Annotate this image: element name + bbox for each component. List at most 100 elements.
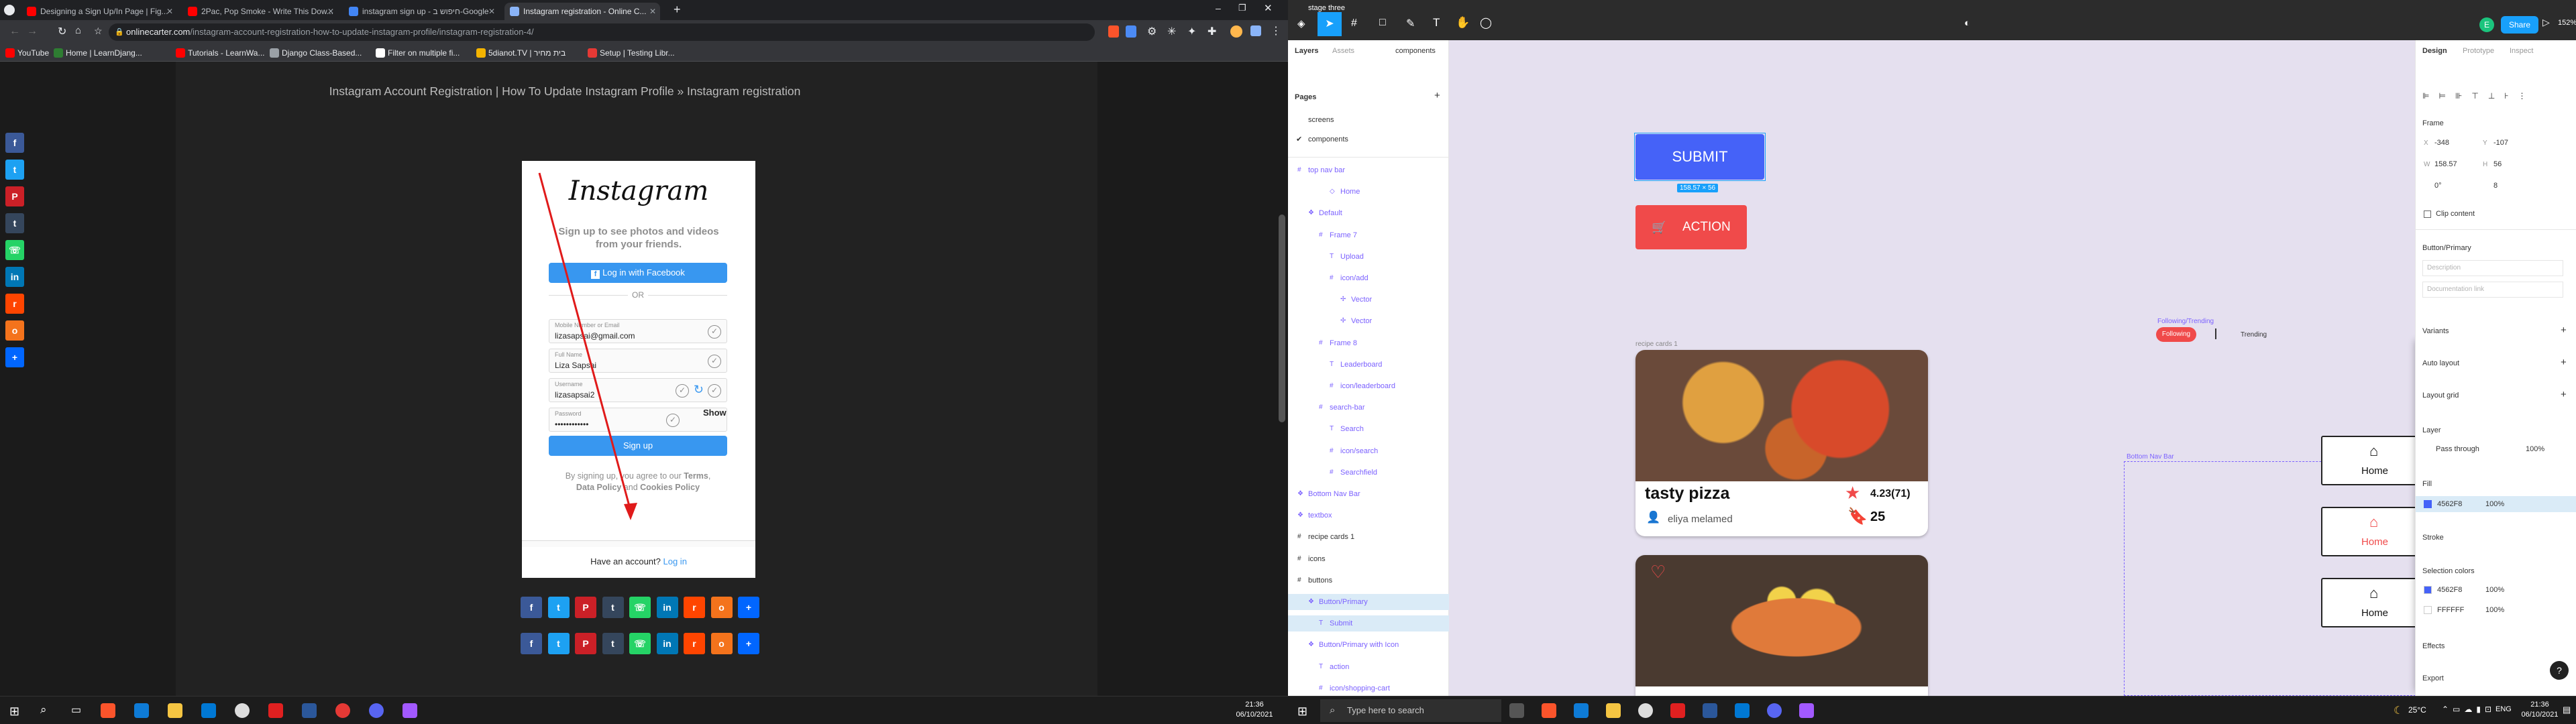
contrast-toggle-icon[interactable]: ◐ [1964, 17, 1970, 29]
weather-temp[interactable]: 25°C [2408, 705, 2426, 715]
facebook-share-icon[interactable]: f [521, 633, 542, 654]
odnoklassniki-share-icon[interactable]: o [710, 633, 733, 654]
layer-row[interactable]: T Submit [1288, 615, 1449, 632]
layer-row[interactable]: # search-bar [1288, 400, 1449, 416]
language-indicator[interactable]: ENG [2496, 705, 2512, 713]
selection-color-swatch[interactable] [2424, 606, 2432, 614]
layer-row[interactable]: # buttons [1288, 572, 1449, 589]
app-icon[interactable] [1638, 703, 1653, 718]
add-icon[interactable]: + [2561, 389, 2567, 400]
close-tab-icon[interactable]: ✕ [327, 3, 334, 20]
share-more-share-icon[interactable]: + [738, 597, 759, 618]
browser-tab[interactable]: Instagram registration - Online C... ✕ [504, 3, 660, 20]
login-link[interactable]: Log in [663, 556, 687, 566]
layer-row[interactable]: ❖ Button/Primary [1288, 594, 1449, 610]
discord-app-icon[interactable] [1767, 703, 1782, 718]
cookies-policy-link[interactable]: Cookies Policy [640, 483, 700, 492]
pen-tool-icon[interactable]: ✎ [1406, 17, 1415, 30]
comment-tool-icon[interactable]: ◯ [1480, 16, 1492, 29]
browser-tab[interactable]: instagram sign up - חיפוש ב-Google ✕ [343, 3, 499, 20]
share-more-share-icon[interactable]: + [5, 347, 24, 367]
bookmark-item[interactable]: Django Class-Based... [270, 47, 362, 59]
profile-avatar[interactable] [1230, 25, 1242, 38]
add-page-icon[interactable]: + [1434, 90, 1440, 101]
extension-icon[interactable]: ✦ [1187, 25, 1196, 38]
mail-app-icon[interactable] [201, 703, 216, 718]
new-tab-button[interactable]: + [674, 3, 681, 17]
home-icon[interactable]: ⌂ [75, 25, 81, 36]
page-selector[interactable]: components [1395, 47, 1436, 55]
close-tab-icon[interactable]: ✕ [649, 3, 656, 20]
layer-row[interactable]: T Search [1288, 421, 1449, 437]
back-icon[interactable]: ← [9, 25, 20, 38]
extension-icon[interactable]: ⚙ [1147, 25, 1157, 38]
reddit-share-icon[interactable]: r [5, 294, 24, 314]
figma-app-icon[interactable] [1799, 703, 1814, 718]
selection-color-swatch[interactable] [2424, 586, 2432, 594]
notification-icon[interactable]: ▤ [2563, 705, 2571, 715]
whatsapp-share-icon[interactable]: ☏ [629, 597, 651, 618]
hand-tool-icon[interactable]: ✋ [1456, 16, 1470, 29]
brave-app-icon[interactable] [101, 703, 115, 718]
discord-app-icon[interactable] [369, 703, 384, 718]
following-pill[interactable]: Following [2156, 327, 2196, 342]
layer-row[interactable]: # icon/add [1288, 270, 1449, 286]
fill-hex[interactable]: 4562F8 [2437, 500, 2462, 508]
close-tab-icon[interactable]: ✕ [488, 3, 495, 20]
layer-row[interactable]: ❖ textbox [1288, 507, 1449, 524]
close-button[interactable]: ✕ [1264, 2, 1273, 14]
extension-icon[interactable]: ✳ [1167, 25, 1176, 38]
whatsapp-share-icon[interactable]: ☏ [5, 240, 24, 260]
bookmark-item[interactable]: 5dianot.TV | בית מחיר [476, 47, 566, 59]
pinterest-share-icon[interactable]: P [575, 597, 596, 618]
page-screens[interactable]: screens [1308, 116, 1334, 124]
taskbar-search[interactable]: ⌕ Type here to search [1320, 699, 1501, 722]
task-view-icon[interactable]: ▭ [71, 703, 81, 717]
bookmark-item[interactable]: Tutorials - LearnWa... [176, 47, 264, 59]
github-icon[interactable] [4, 5, 15, 15]
frame-tool-icon[interactable]: # [1351, 17, 1357, 29]
pinterest-share-icon[interactable]: P [575, 633, 596, 654]
move-tool[interactable]: ➤ [1318, 12, 1342, 36]
refresh-icon[interactable]: ↻ [694, 383, 704, 397]
file-name[interactable]: stage three [1308, 4, 1345, 12]
user-avatar[interactable]: E [2479, 17, 2494, 32]
bookmark-item[interactable]: YouTube [5, 47, 49, 59]
tab-prototype[interactable]: Prototype [2463, 47, 2494, 55]
linkedin-share-icon[interactable]: in [656, 633, 678, 654]
trending-label[interactable]: Trending [2241, 331, 2267, 339]
tumblr-share-icon[interactable]: t [602, 597, 624, 618]
layer-opacity[interactable]: 100% [2526, 445, 2544, 453]
x-input[interactable]: -348 [2434, 139, 2449, 147]
windows-start-icon[interactable]: ⊞ [9, 705, 19, 719]
linkedin-share-icon[interactable]: in [5, 267, 24, 287]
layer-row[interactable]: # icons [1288, 551, 1449, 567]
app-icon[interactable] [335, 703, 350, 718]
acrobat-app-icon[interactable] [268, 703, 283, 718]
tumblr-share-icon[interactable]: t [602, 633, 624, 654]
recipe-card[interactable]: ♡ [1635, 555, 1928, 696]
layer-row[interactable]: T Leaderboard [1288, 357, 1449, 373]
tab-assets[interactable]: Assets [1332, 47, 1354, 55]
bookmark-item[interactable]: Setup | Testing Libr... [588, 47, 675, 59]
selection-color-hex[interactable]: 4562F8 [2437, 586, 2462, 594]
browser-tab[interactable]: Designing a Sign Up/In Page | Fig... ✕ [21, 3, 177, 20]
page-scrollbar[interactable] [1279, 215, 1285, 422]
share-more-share-icon[interactable]: + [738, 633, 759, 654]
reddit-share-icon[interactable]: r [684, 597, 705, 618]
facebook-share-icon[interactable]: f [5, 133, 24, 153]
twitter-share-icon[interactable]: t [547, 597, 570, 618]
layer-row[interactable]: T Upload [1288, 249, 1449, 265]
layer-row[interactable]: ◇ Home [1288, 184, 1449, 200]
text-tool-icon[interactable]: T [1433, 16, 1440, 29]
description-field[interactable]: Description [2422, 260, 2563, 276]
shape-tool-icon[interactable]: □ [1379, 17, 1386, 29]
browser-tab[interactable]: 2Pac, Pop Smoke - Write This Dow... ✕ [182, 3, 338, 20]
twitter-share-icon[interactable]: t [5, 160, 24, 180]
terms-link[interactable]: Terms [684, 471, 708, 481]
facebook-share-icon[interactable]: f [521, 597, 542, 618]
menu-icon[interactable]: ⋮ [1271, 24, 1281, 38]
reddit-share-icon[interactable]: r [684, 633, 705, 654]
layer-row[interactable]: # icon/leaderboard [1288, 378, 1449, 394]
recipe-card[interactable]: tasty pizza ★ 4.23(71) 👤 eliya melamed 🔖… [1635, 350, 1928, 536]
